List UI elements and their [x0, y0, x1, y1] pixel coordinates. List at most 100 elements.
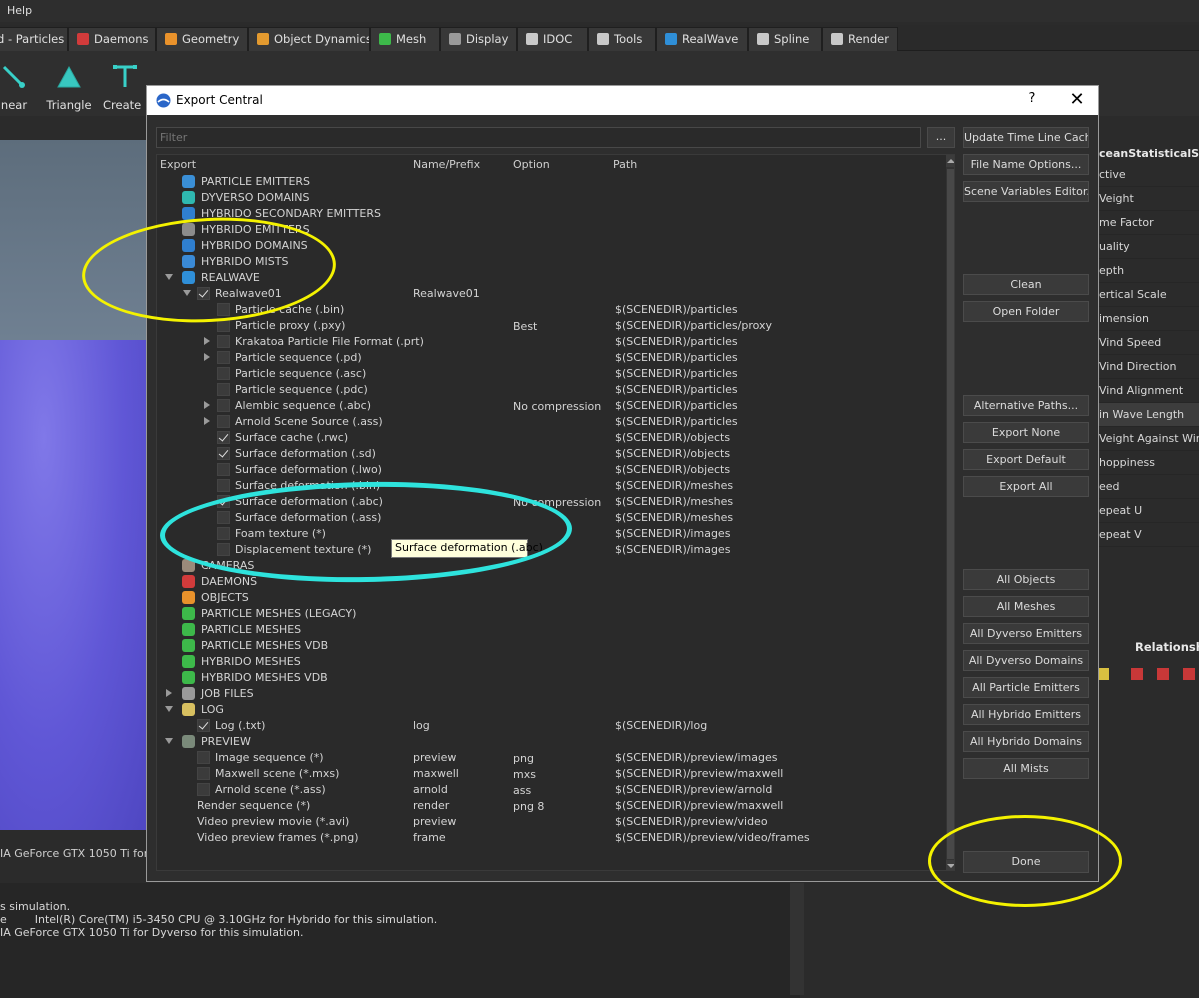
param-row[interactable]: imension	[1099, 307, 1199, 331]
row-name-prefix[interactable]: preview	[413, 815, 456, 828]
row-path[interactable]: $(SCENEDIR)/objects	[615, 463, 730, 476]
done-button[interactable]: Done	[963, 851, 1089, 873]
tree-row[interactable]: HYBRIDO MESHES VDB	[157, 670, 943, 686]
row-option[interactable]: ass	[513, 784, 531, 797]
row-path[interactable]: $(SCENEDIR)/meshes	[615, 479, 733, 492]
tree-row[interactable]: Surface deformation (.sd) $(SCENEDIR)/obj…	[157, 446, 943, 462]
tree-row[interactable]: Arnold scene (*.ass) arnold ass $(SCENEDIR)…	[157, 782, 943, 798]
param-row[interactable]: ctive	[1099, 163, 1199, 187]
tree-row[interactable]: DAEMONS	[157, 574, 943, 590]
row-path[interactable]: $(SCENEDIR)/preview/arnold	[615, 783, 772, 796]
tree-row[interactable]: HYBRIDO DOMAINS	[157, 238, 943, 254]
expand-arrow-icon[interactable]	[165, 737, 173, 745]
tree-row[interactable]: Image sequence (*) preview png $(SCENEDIR)/…	[157, 750, 943, 766]
row-path[interactable]: $(SCENEDIR)/preview/video/frames	[615, 831, 810, 844]
tab-render[interactable]: Render	[822, 27, 898, 51]
3d-viewport[interactable]	[0, 140, 146, 830]
scroll-thumb[interactable]	[947, 169, 954, 859]
param-row[interactable]: epeat V	[1099, 523, 1199, 547]
tree-row[interactable]: OBJECTS	[157, 590, 943, 606]
tree-row[interactable]: Alembic sequence (.abc) No compression $(S…	[157, 398, 943, 414]
param-row[interactable]: Vind Direction	[1099, 355, 1199, 379]
param-row[interactable]: ertical Scale	[1099, 283, 1199, 307]
row-path[interactable]: $(SCENEDIR)/particles	[615, 415, 738, 428]
row-name-prefix[interactable]: render	[413, 799, 449, 812]
tab-tools[interactable]: Tools	[588, 27, 656, 51]
tree-row[interactable]: Surface cache (.rwc) $(SCENEDIR)/objects	[157, 430, 943, 446]
tree-row[interactable]: Render sequence (*) render png 8 $(SCENEDIR…	[157, 798, 943, 814]
row-path[interactable]: $(SCENEDIR)/particles	[615, 383, 738, 396]
tool-triangle[interactable]: Triangle	[46, 51, 92, 116]
column-header-path[interactable]: Path	[613, 158, 637, 171]
tree-row[interactable]: Foam texture (*) $(SCENEDIR)/images	[157, 526, 943, 542]
param-row[interactable]: Vind Alignment	[1099, 379, 1199, 403]
clean-button[interactable]: Clean	[963, 274, 1089, 295]
tree-row[interactable]: HYBRIDO SECONDARY EMITTERS	[157, 206, 943, 222]
tree-row[interactable]: PARTICLE MESHES VDB	[157, 638, 943, 654]
row-name-prefix[interactable]: frame	[413, 831, 446, 844]
tree-row[interactable]: HYBRIDO EMITTERS	[157, 222, 943, 238]
tree-row[interactable]: PARTICLE EMITTERS	[157, 174, 943, 190]
scroll-down-arrow[interactable]	[946, 860, 954, 870]
tree-row[interactable]: Particle cache (.bin) $(SCENEDIR)/particl…	[157, 302, 943, 318]
collapse-arrow-icon[interactable]	[165, 689, 173, 697]
row-name-prefix[interactable]: log	[413, 719, 430, 732]
row-path[interactable]: $(SCENEDIR)/particles	[615, 367, 738, 380]
tool-linear[interactable]: near	[0, 51, 34, 116]
param-row[interactable]: Veight Against Wind	[1099, 427, 1199, 451]
tab-spline[interactable]: Spline	[748, 27, 822, 51]
export-checkbox[interactable]	[217, 463, 230, 476]
param-row[interactable]: me Factor	[1099, 211, 1199, 235]
expand-arrow-icon[interactable]	[183, 289, 191, 297]
column-header-export[interactable]: Export	[160, 158, 196, 171]
all-meshes-button[interactable]: All Meshes	[963, 596, 1089, 617]
tree-row[interactable]: JOB FILES	[157, 686, 943, 702]
export-checkbox[interactable]	[217, 543, 230, 556]
collapse-arrow-icon[interactable]	[203, 337, 211, 345]
row-path[interactable]: $(SCENEDIR)/objects	[615, 447, 730, 460]
export-checkbox[interactable]	[197, 783, 210, 796]
row-path[interactable]: $(SCENEDIR)/images	[615, 527, 730, 540]
all-objects-button[interactable]: All Objects	[963, 569, 1089, 590]
collapse-arrow-icon[interactable]	[203, 401, 211, 409]
export-checkbox[interactable]	[217, 383, 230, 396]
row-path[interactable]: $(SCENEDIR)/particles	[615, 335, 738, 348]
row-name-prefix[interactable]: preview	[413, 751, 456, 764]
tree-row[interactable]: Arnold Scene Source (.ass) $(SCENEDIR)/pa…	[157, 414, 943, 430]
row-path[interactable]: $(SCENEDIR)/particles/proxy	[615, 319, 772, 332]
tree-row[interactable]: Particle sequence (.pdc) $(SCENEDIR)/part…	[157, 382, 943, 398]
help-button[interactable]: ?	[1025, 91, 1039, 106]
link-icon[interactable]	[1131, 668, 1143, 680]
tab-realwave[interactable]: RealWave	[656, 27, 748, 51]
tree-row[interactable]: Realwave01 Realwave01	[157, 286, 943, 302]
tab-mesh[interactable]: Mesh	[370, 27, 440, 51]
export-checkbox[interactable]	[217, 351, 230, 364]
row-option[interactable]: No compression	[513, 496, 601, 509]
column-header-option[interactable]: Option	[513, 158, 550, 171]
row-path[interactable]: $(SCENEDIR)/preview/video	[615, 815, 768, 828]
tree-row[interactable]: Surface deformation (.ass) $(SCENEDIR)/me…	[157, 510, 943, 526]
param-row[interactable]: Veight	[1099, 187, 1199, 211]
export-checkbox[interactable]	[217, 303, 230, 316]
row-option[interactable]: png 8	[513, 800, 544, 813]
export-checkbox[interactable]	[217, 431, 230, 444]
param-row[interactable]: Vind Speed	[1099, 331, 1199, 355]
row-path[interactable]: $(SCENEDIR)/log	[615, 719, 707, 732]
tree-row[interactable]: Displacement texture (*)tif$(SCENEDIR)/i…	[157, 542, 943, 558]
tab-idoc[interactable]: IDOC	[517, 27, 588, 51]
tree-row[interactable]: HYBRIDO MISTS	[157, 254, 943, 270]
alternative-paths-button[interactable]: Alternative Paths...	[963, 395, 1089, 416]
link-icon[interactable]	[1183, 668, 1195, 680]
collapse-arrow-icon[interactable]	[203, 417, 211, 425]
param-row[interactable]: uality	[1099, 235, 1199, 259]
row-option[interactable]: No compression	[513, 400, 601, 413]
close-button[interactable]: ✕	[1067, 89, 1087, 110]
row-path[interactable]: $(SCENEDIR)/images	[615, 543, 730, 556]
row-path[interactable]: $(SCENEDIR)/meshes	[615, 495, 733, 508]
tab-d-particles[interactable]: d - Particles	[0, 27, 68, 51]
export-checkbox[interactable]	[217, 511, 230, 524]
file-name-options-button[interactable]: File Name Options...	[963, 154, 1089, 175]
tree-scrollbar[interactable]	[946, 155, 954, 870]
row-option[interactable]: Best	[513, 320, 537, 333]
tree-row[interactable]: Surface deformation (.bin) $(SCENEDIR)/me…	[157, 478, 943, 494]
